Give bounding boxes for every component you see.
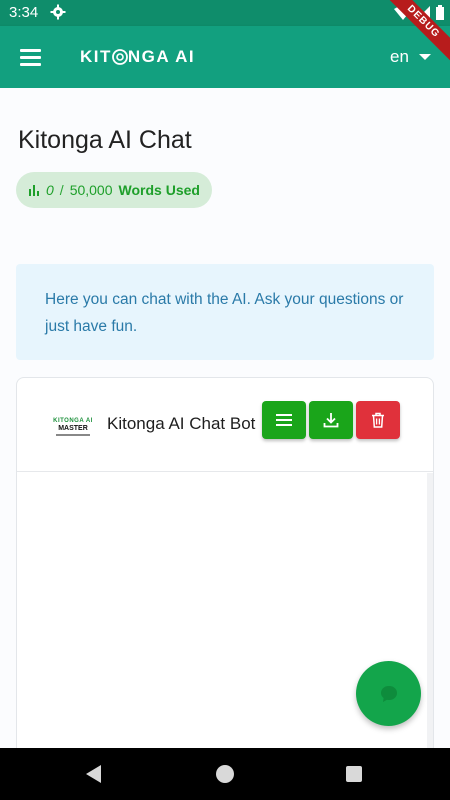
chat-logo-line1: KITONGA AI xyxy=(53,418,93,424)
chat-scrollbar[interactable] xyxy=(427,473,433,756)
language-select[interactable]: en xyxy=(390,44,431,70)
brand-name-part1: KIT xyxy=(80,47,112,66)
main-content: Kitonga AI Chat 0 / 50,000 Words Used He… xyxy=(0,88,450,757)
battery-icon xyxy=(436,5,444,20)
info-text: Here you can chat with the AI. Ask your … xyxy=(45,291,404,335)
words-limit: 50,000 xyxy=(69,182,113,198)
bar-chart-icon xyxy=(29,185,39,196)
chat-logo: KITONGA AI MASTER xyxy=(49,418,97,438)
status-time: 3:34 xyxy=(9,4,39,21)
words-separator: / xyxy=(59,182,64,198)
home-icon[interactable] xyxy=(216,765,234,783)
chat-title: Kitonga AI Chat Bot xyxy=(107,414,256,433)
status-bar: 3:34 DEBUG xyxy=(0,0,450,67)
chevron-down-icon xyxy=(418,54,431,60)
words-used-count: 0 xyxy=(46,182,54,198)
back-icon[interactable] xyxy=(86,765,101,783)
chat-logo-underline xyxy=(56,434,90,436)
brand-name-part2: NGA AI xyxy=(127,47,196,66)
download-icon xyxy=(323,413,339,428)
language-value: en xyxy=(390,47,409,66)
menu-lines-icon xyxy=(276,414,292,426)
system-nav-bar xyxy=(0,748,450,800)
words-used-badge: 0 / 50,000 Words Used xyxy=(16,172,212,208)
words-used-label: Words Used xyxy=(118,182,200,198)
page-title: Kitonga AI Chat xyxy=(18,126,192,154)
chat-header: KITONGA AI MASTER Kitonga AI Chat Bot xyxy=(17,378,433,472)
hamburger-menu-icon[interactable] xyxy=(14,42,48,72)
trash-icon xyxy=(372,412,384,428)
delete-chat-button[interactable] xyxy=(356,401,400,439)
download-chat-button[interactable] xyxy=(309,401,353,439)
chat-logo-line2: MASTER xyxy=(58,425,88,432)
chat-menu-button[interactable] xyxy=(262,401,306,439)
chat-fab-button[interactable] xyxy=(356,661,421,726)
target-icon xyxy=(111,49,128,65)
brand-logo[interactable]: KIT NGA AI xyxy=(80,45,195,69)
chat-bubble-icon xyxy=(380,685,397,702)
info-alert: Here you can chat with the AI. Ask your … xyxy=(16,264,434,360)
app-bar: KIT NGA AI en xyxy=(0,26,450,88)
recent-apps-icon[interactable] xyxy=(346,766,362,782)
gear-icon xyxy=(50,4,66,20)
